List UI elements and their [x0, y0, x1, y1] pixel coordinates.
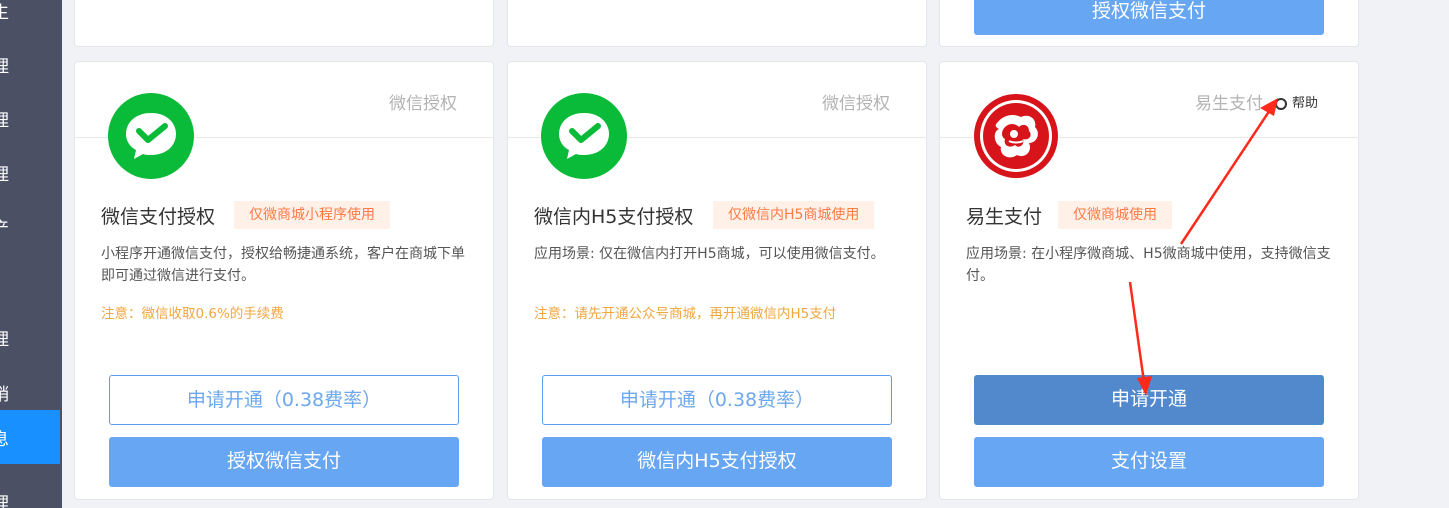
sidebar-item-active[interactable]: 息 [0, 410, 60, 464]
sidebar-item[interactable]: 生 [0, 0, 62, 37]
sidebar-item-label: 产 [0, 219, 9, 239]
sidebar-item-label: 销 [0, 385, 9, 405]
sidebar-item-label: 理 [0, 165, 9, 185]
wechat-logo-icon [108, 93, 194, 179]
apply-open-button[interactable]: 申请开通（0.38费率） [542, 375, 892, 425]
sidebar-item-label: 息 [0, 430, 9, 450]
help-link[interactable]: 帮助 [1274, 92, 1318, 111]
wechat-pay-card: 微信授权 微信支付授权 仅微商城小程序使用 小程序开通微信支付，授权给畅捷通系统… [74, 61, 494, 500]
usage-badge: 仅微商城使用 [1058, 201, 1172, 229]
card-description: 应用场景: 仅在微信内打开H5商城，可以使用微信支付。 [534, 246, 885, 262]
wechat-logo-icon [541, 93, 627, 179]
card-title: 微信内H5支付授权 [534, 206, 694, 228]
card-tag: 微信授权 [822, 94, 890, 114]
easy-pay-seal-logo-icon [973, 93, 1059, 179]
sidebar-item-label: 理 [0, 111, 9, 131]
usage-badge: 仅微商城小程序使用 [234, 201, 390, 229]
sidebar-item[interactable]: 理 [0, 474, 62, 508]
apply-open-button[interactable]: 申请开通（0.38费率） [109, 375, 459, 425]
sidebar-item[interactable]: 理 [0, 310, 62, 364]
help-label: 帮助 [1291, 96, 1318, 111]
card-note: 注意：请先开通公众号商城，再开通微信内H5支付 [534, 306, 837, 322]
card-tag: 微信授权 [389, 94, 457, 114]
sidebar-item-label: 理 [0, 330, 9, 350]
help-circle-icon [1274, 98, 1287, 110]
apply-open-button[interactable]: 申请开通 [974, 375, 1324, 425]
sidebar-item[interactable]: 理 [0, 91, 62, 145]
card-tag: 易生支付 [1195, 94, 1263, 114]
sidebar-item[interactable]: 产 [0, 199, 62, 253]
authorize-wechat-pay-button[interactable]: 授权微信支付 [109, 437, 459, 487]
authorize-wechat-pay-button[interactable]: 授权微信支付 [974, 0, 1324, 35]
sidebar: 生 理 理 理 产 理 销 息 理 [0, 0, 62, 508]
usage-badge: 仅微信内H5商城使用 [713, 201, 875, 229]
card-note: 注意：微信收取0.6%的手续费 [101, 306, 284, 322]
card-description: 小程序开通微信支付，授权给畅捷通系统，客户在商城下单即可通过微信进行支付。 [101, 246, 465, 284]
payment-card-top [507, 0, 927, 47]
sidebar-item[interactable]: 理 [0, 145, 62, 199]
sidebar-item-label: 生 [0, 3, 9, 23]
card-description: 应用场景: 在小程序微商城、H5微商城中使用，支持微信支付。 [966, 246, 1331, 284]
card-title: 易生支付 [966, 206, 1043, 228]
payment-card-top [74, 0, 494, 47]
wechat-h5-authorize-button[interactable]: 微信内H5支付授权 [542, 437, 892, 487]
sidebar-item-label: 理 [0, 494, 9, 508]
sidebar-item-label: 理 [0, 57, 9, 77]
card-title: 微信支付授权 [101, 206, 216, 228]
wechat-h5-pay-card: 微信授权 微信内H5支付授权 仅微信内H5商城使用 应用场景: 仅在微信内打开H… [507, 61, 927, 500]
payment-card-top: 授权微信支付 [939, 0, 1359, 47]
easy-pay-card: 易生支付 帮助 易生支付 仅微商城使用 应用场景: 在小程序微商城、H5微商城中… [939, 61, 1359, 500]
sidebar-item[interactable]: 理 [0, 37, 62, 91]
payment-settings-button[interactable]: 支付设置 [974, 437, 1324, 487]
